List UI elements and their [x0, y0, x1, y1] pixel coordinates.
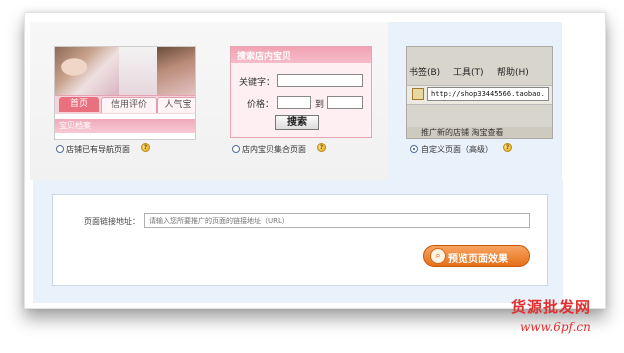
keyword-field [277, 74, 363, 87]
thumbnail-shop-nav[interactable]: 首页 信用评价 人气宝 宝贝档案 [54, 46, 196, 140]
form-box [52, 194, 548, 286]
search-title: 搜索店内宝贝 [237, 52, 292, 62]
keyword-label: 关键字： [239, 78, 276, 88]
magnifier-icon: ⌕ [430, 248, 446, 264]
price-to-label: 到 [315, 100, 325, 110]
url-input[interactable] [144, 213, 530, 228]
page-icon [412, 88, 424, 100]
url-label: 页面链接地址： [84, 217, 140, 226]
price-max-field [327, 96, 363, 109]
bottom-text: 推广新的店铺 淘宝查看 [421, 128, 504, 137]
help-icon[interactable]: ? [503, 143, 512, 152]
radio-shop-search[interactable] [232, 145, 240, 153]
thumbnail-shop-search[interactable]: 搜索店内宝贝 关键字： 价格： 到 搜索 [230, 46, 372, 138]
sub-bar-label: 宝贝档案 [59, 121, 91, 130]
photo-background [119, 47, 157, 97]
thumbnail-custom-page[interactable]: 书签(B) 工具(T) 帮助(H) http://shop33445566.ta… [406, 46, 553, 139]
menu-tools: 工具(T) [453, 68, 484, 78]
help-icon[interactable]: ? [317, 143, 326, 152]
price-min-field [277, 96, 311, 109]
radio-shop-nav[interactable] [56, 145, 64, 153]
watermark-url: www.6pf.cn [520, 320, 591, 334]
tab-popular: 人气宝 [157, 97, 195, 113]
help-icon[interactable]: ? [141, 143, 150, 152]
browser-bottom: 推广新的店铺 淘宝查看 [407, 127, 552, 138]
menu-help: 帮助(H) [497, 68, 529, 78]
option-label-custom-page: 自定义页面（高级） [421, 145, 493, 154]
search-button: 搜索 [275, 115, 319, 130]
radio-custom-page[interactable] [410, 145, 418, 153]
url-text: http://shop33445566.taobao. [427, 87, 549, 101]
model-photo [157, 47, 195, 97]
tab-rating: 信用评价 [101, 97, 157, 113]
price-label: 价格： [247, 100, 275, 110]
model-photo [55, 47, 119, 97]
option-label-shop-nav: 店铺已有导航页面 [66, 145, 130, 154]
preview-button-label: 预览页面效果 [448, 254, 508, 265]
menu-bookmarks: 书签(B) [409, 68, 441, 78]
tab-home: 首页 [59, 97, 99, 112]
option-label-shop-search: 店内宝贝集合页面 [242, 145, 306, 154]
watermark-title: 货源批发网 [511, 298, 592, 316]
